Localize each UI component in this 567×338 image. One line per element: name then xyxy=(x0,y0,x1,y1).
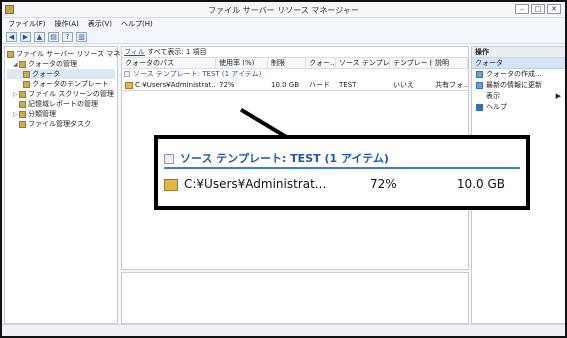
menu-file[interactable]: ファイル(F) xyxy=(8,19,46,29)
window-title: ファイル サーバー リソース マネージャー xyxy=(208,6,359,15)
server-icon xyxy=(7,50,14,58)
column-quota-path[interactable]: クォータのパス xyxy=(122,58,216,68)
column-source-template[interactable]: ソース テンプレート xyxy=(336,58,390,68)
cell-source-template: TEST xyxy=(339,81,357,89)
table-row[interactable]: C:¥Users¥Administrat... 72% 10.0 GB ハード … xyxy=(122,80,468,91)
navigation-tree: ファイル サーバー リソース マネージャー ◢ クォータの管理 クォータ クォータ… xyxy=(4,46,148,324)
template-icon xyxy=(23,80,30,88)
tree-item-storage-reports[interactable]: 記憶域レポートの管理 xyxy=(7,99,115,109)
quota-folder-icon xyxy=(164,178,178,191)
action-help[interactable]: ヘルプ xyxy=(472,102,565,113)
column-description[interactable]: 説明 xyxy=(432,58,468,68)
action-view[interactable]: 表示 ▶ xyxy=(472,91,565,102)
menu-view[interactable]: 表示(V) xyxy=(88,19,112,29)
cell-template-match: いいえ xyxy=(393,81,414,89)
action-refresh[interactable]: 最新の情報に更新 xyxy=(472,80,565,91)
collapse-group-icon[interactable] xyxy=(124,71,130,77)
title-bar: ファイル サーバー リソース マネージャー – □ ✕ xyxy=(2,2,565,18)
minimize-button[interactable]: – xyxy=(515,4,529,14)
cell-limit: 10.0 GB xyxy=(271,81,300,89)
up-folder-icon[interactable]: ▲ xyxy=(34,31,45,42)
help-icon[interactable]: ? xyxy=(62,31,73,42)
detail-pane xyxy=(121,272,469,324)
callout-row: C:¥Users¥Administrat... 72% 10.0 GB xyxy=(164,175,520,193)
column-limit[interactable]: 制限 xyxy=(268,58,306,68)
show-tree-icon[interactable]: ▤ xyxy=(48,31,59,42)
tree-item-root[interactable]: ファイル サーバー リソース マネージャー xyxy=(7,49,148,59)
filter-link[interactable]: フィル xyxy=(124,48,145,56)
callout-path: C:¥Users¥Administrat... xyxy=(184,177,327,191)
action-create-quota[interactable]: クォータの作成... xyxy=(472,69,565,80)
actions-header: 操作 xyxy=(472,47,565,58)
close-button[interactable]: ✕ xyxy=(547,4,561,14)
task-icon xyxy=(19,120,26,128)
cell-path: C:¥Users¥Administrat... xyxy=(135,81,216,89)
submenu-arrow-icon: ▶ xyxy=(555,92,561,100)
tree-item-quota-template[interactable]: クォータのテンプレート xyxy=(7,79,115,89)
group-header[interactable]: ソース テンプレート: TEST (1 アイテム) xyxy=(122,69,468,80)
zoom-callout: ソース テンプレート: TEST (1 アイテム) C:¥Users¥Admin… xyxy=(154,135,530,210)
back-arrow-icon[interactable]: ◀ xyxy=(6,31,17,42)
menu-help[interactable]: ヘルプ(H) xyxy=(121,19,153,29)
folder-icon xyxy=(19,60,26,68)
toolbar: ◀ ▶ ▲ ▤ ? ▥ xyxy=(2,30,565,44)
refresh-icon xyxy=(476,81,483,89)
window: ファイル サーバー リソース マネージャー – □ ✕ ファイル(F) 操作(A… xyxy=(0,0,567,338)
folder-icon xyxy=(19,90,26,98)
cell-quota-type: ハード xyxy=(309,81,330,89)
tree-item-classification[interactable]: ▷ 分類管理 xyxy=(7,109,115,119)
create-quota-icon xyxy=(476,70,483,78)
maximize-button[interactable]: □ xyxy=(531,4,545,14)
help-icon xyxy=(476,103,483,111)
cell-usage: 72% xyxy=(219,81,235,89)
show-action-pane-icon[interactable]: ▥ xyxy=(76,31,87,42)
tree-item-screen-mgmt[interactable]: ▷ ファイル スクリーンの管理 xyxy=(7,89,115,99)
column-quota-type[interactable]: クォー... xyxy=(306,58,336,68)
folder-icon xyxy=(19,110,26,118)
column-template-match[interactable]: テンプレート... xyxy=(390,58,432,68)
filter-bar: フィル すべて表示: 1 項目 xyxy=(122,47,468,57)
quota-folder-icon xyxy=(125,81,133,89)
tree-item-quota[interactable]: クォータ xyxy=(7,69,115,79)
tree-item-file-tasks[interactable]: ファイル管理タスク xyxy=(7,119,115,129)
callout-usage: 72% xyxy=(370,177,397,191)
actions-section-quota[interactable]: クォータ xyxy=(472,58,565,69)
status-bar xyxy=(2,324,565,336)
callout-group-header: ソース テンプレート: TEST (1 アイテム) xyxy=(164,151,520,169)
filter-status: すべて表示: 1 項目 xyxy=(147,48,207,56)
report-icon xyxy=(19,100,26,108)
menu-action[interactable]: 操作(A) xyxy=(55,19,79,29)
forward-arrow-icon[interactable]: ▶ xyxy=(20,31,31,42)
menu-bar: ファイル(F) 操作(A) 表示(V) ヘルプ(H) xyxy=(2,18,565,30)
column-header-row: クォータのパス 使用率 (%) 制限 クォー... ソース テンプレート テンプ… xyxy=(122,57,468,69)
quota-icon xyxy=(23,70,30,78)
column-usage[interactable]: 使用率 (%) xyxy=(216,58,268,68)
callout-limit: 10.0 GB xyxy=(456,177,505,191)
tree-item-quota-mgmt[interactable]: ◢ クォータの管理 xyxy=(7,59,115,69)
collapse-group-icon xyxy=(164,154,174,164)
cell-description: 共有フォ... xyxy=(435,81,468,89)
